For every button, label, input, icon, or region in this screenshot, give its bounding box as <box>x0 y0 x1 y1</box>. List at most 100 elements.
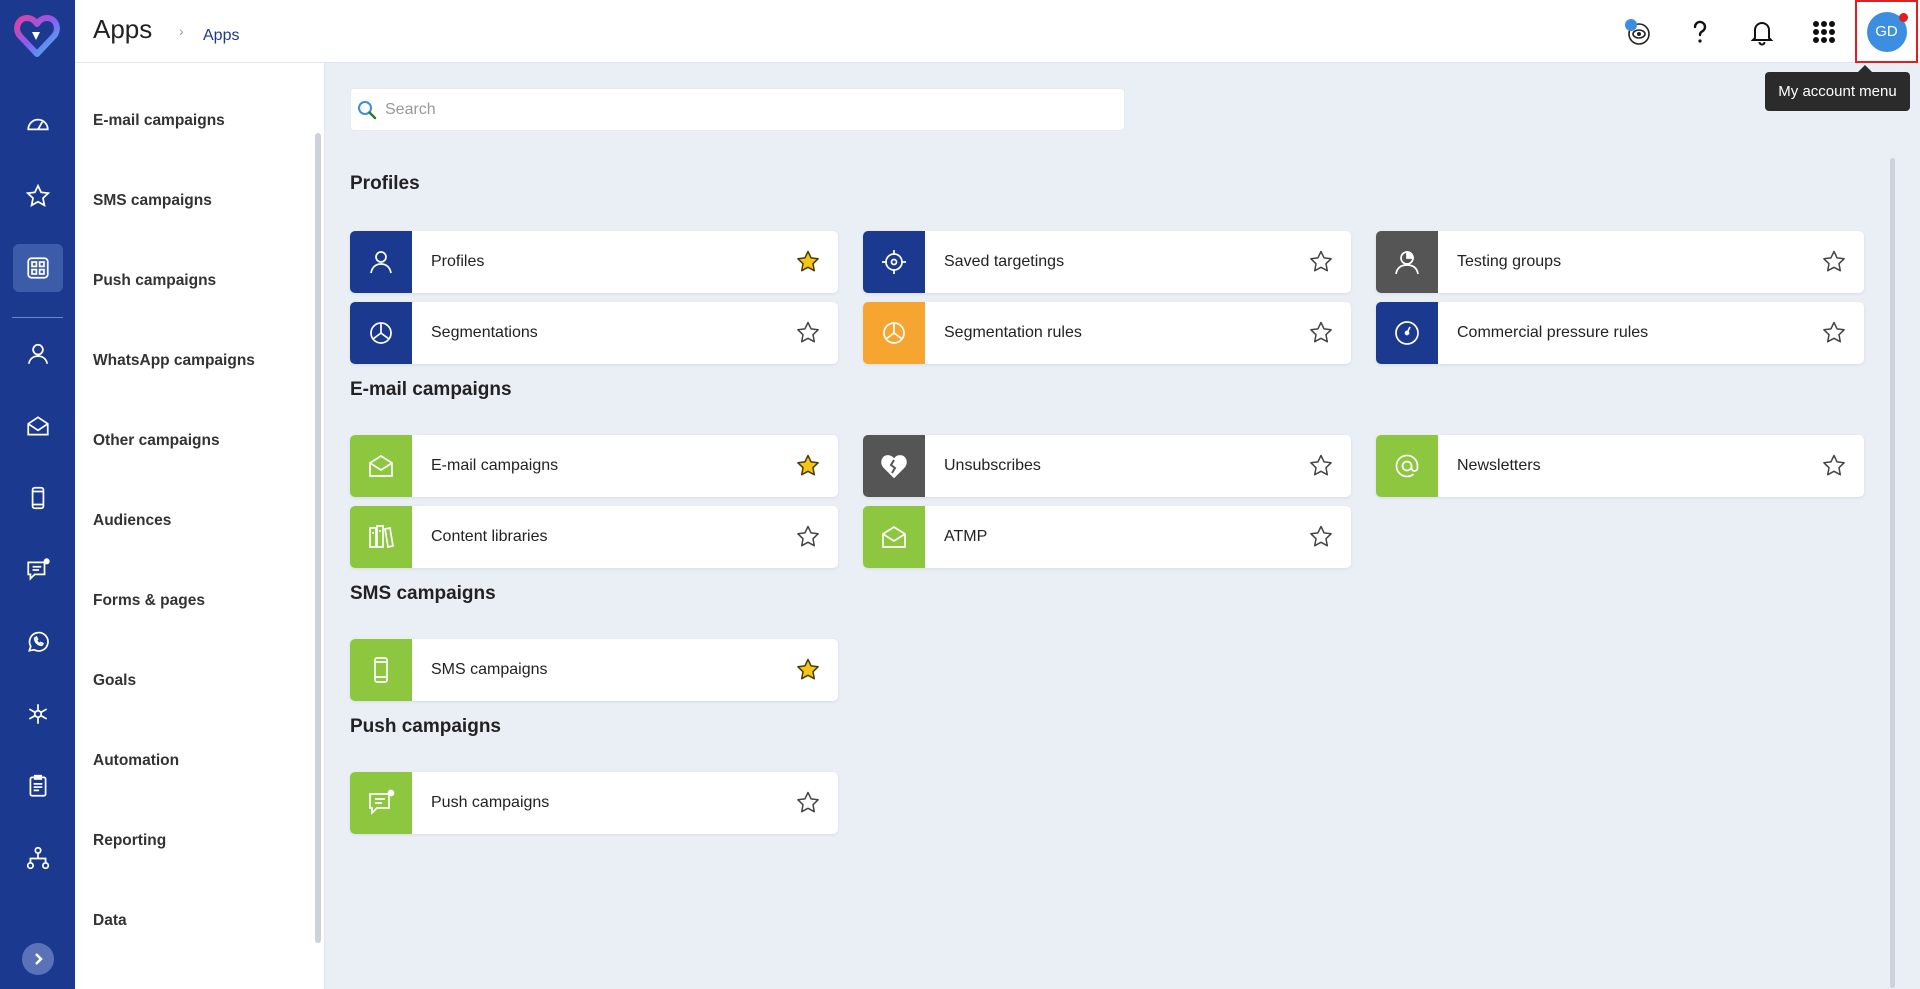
library-icon <box>350 506 412 568</box>
favorite-star-icon[interactable] <box>1307 452 1335 480</box>
gauge-icon <box>1376 302 1438 364</box>
left-rail <box>0 0 75 989</box>
sidebar-item-whatsapp-campaigns[interactable]: WhatsApp campaigns <box>93 352 255 370</box>
avatar-initials: GD <box>1875 23 1898 40</box>
sidebar-item-sms-campaigns[interactable]: SMS campaigns <box>93 192 212 210</box>
clipboard-icon[interactable] <box>0 762 75 810</box>
app-card-label: Push campaigns <box>431 794 550 811</box>
app-card-label: Testing groups <box>1457 253 1562 270</box>
app-card-content-libraries[interactable]: Content libraries <box>350 506 838 568</box>
account-menu-button[interactable]: GD <box>1855 0 1918 63</box>
favorite-star-icon[interactable] <box>794 789 822 817</box>
app-card-label: Profiles <box>431 253 485 270</box>
sidebar-item-forms-pages[interactable]: Forms & pages <box>93 592 205 610</box>
app-card-segmentations[interactable]: Segmentations <box>350 302 838 364</box>
push-icon[interactable] <box>0 546 75 594</box>
sidebar-item-other-campaigns[interactable]: Other campaigns <box>93 432 220 450</box>
envelope-icon <box>863 506 925 568</box>
sidebar-item-email-campaigns[interactable]: E-mail campaigns <box>93 112 225 130</box>
app-card-label: Commercial pressure rules <box>1457 324 1649 341</box>
favorite-star-icon[interactable] <box>1307 248 1335 276</box>
dashboard-icon[interactable] <box>0 100 75 148</box>
apps-icon[interactable] <box>0 244 75 292</box>
app-card-label: Saved targetings <box>944 253 1065 270</box>
hierarchy-icon[interactable] <box>0 834 75 882</box>
notifications-bell-icon[interactable] <box>1740 10 1784 54</box>
sidebar-item-audiences[interactable]: Audiences <box>93 512 171 530</box>
app-card-profiles[interactable]: Profiles <box>350 231 838 293</box>
page-title: Apps <box>93 14 153 44</box>
push-icon <box>350 772 412 834</box>
top-bar: Apps › Apps <box>75 0 1920 63</box>
rail-divider <box>12 317 63 318</box>
app-launcher-grid-icon[interactable] <box>1802 10 1846 54</box>
broken-heart-icon <box>863 435 925 497</box>
mobile-icon <box>350 639 412 701</box>
avatar[interactable]: GD <box>1866 11 1908 52</box>
sidebar-item-automation[interactable]: Automation <box>93 752 179 770</box>
section-title-push-campaigns: Push campaigns <box>350 716 501 737</box>
app-card-push-campaigns[interactable]: Push campaigns <box>350 772 838 834</box>
testing-group-icon <box>1376 231 1438 293</box>
search-icon <box>358 101 377 120</box>
category-sidebar: E-mail campaigns SMS campaigns Push camp… <box>75 63 325 989</box>
apps-main: Profiles Profiles Saved targetings Testing … <box>325 63 1920 989</box>
person-icon <box>350 231 412 293</box>
breadcrumb-separator-icon: › <box>179 23 184 39</box>
breadcrumb[interactable]: Apps <box>203 27 239 45</box>
app-card-label: SMS campaigns <box>431 661 548 678</box>
favorite-star-icon[interactable] <box>1307 523 1335 551</box>
section-title-sms-campaigns: SMS campaigns <box>350 583 496 604</box>
app-card-e-mail-campaigns[interactable]: E-mail campaigns <box>350 435 838 497</box>
envelope-icon <box>350 435 412 497</box>
favorite-star-icon[interactable] <box>1820 452 1848 480</box>
search-input[interactable] <box>385 97 1105 123</box>
notification-dot-icon <box>1898 12 1908 22</box>
app-card-saved-targetings[interactable]: Saved targetings <box>863 231 1351 293</box>
sidebar-item-goals[interactable]: Goals <box>93 672 136 690</box>
sidebar-scrollbar[interactable] <box>315 133 321 943</box>
favorite-star-icon[interactable] <box>1307 319 1335 347</box>
profile-icon[interactable] <box>0 330 75 378</box>
favorite-star-icon[interactable] <box>1820 319 1848 347</box>
pie-icon <box>350 302 412 364</box>
email-icon[interactable] <box>0 402 75 450</box>
star-icon[interactable] <box>0 172 75 220</box>
app-card-label: ATMP <box>944 528 988 545</box>
app-card-sms-campaigns[interactable]: SMS campaigns <box>350 639 838 701</box>
assistant-icon[interactable] <box>1615 10 1659 54</box>
search-box <box>350 88 1125 131</box>
mobile-icon[interactable] <box>0 474 75 522</box>
app-card-atmp[interactable]: ATMP <box>863 506 1351 568</box>
target-icon <box>863 231 925 293</box>
sidebar-item-data[interactable]: Data <box>93 912 127 930</box>
app-card-newsletters[interactable]: Newsletters <box>1376 435 1864 497</box>
main-scrollbar[interactable] <box>1890 158 1895 988</box>
favorite-star-icon[interactable] <box>794 523 822 551</box>
at-icon <box>1376 435 1438 497</box>
app-card-label: Content libraries <box>431 528 548 545</box>
app-card-label: Newsletters <box>1457 457 1541 474</box>
help-icon[interactable] <box>1678 10 1722 54</box>
section-title-e-mail-campaigns: E-mail campaigns <box>350 379 512 400</box>
app-card-commercial-pressure-rules[interactable]: Commercial pressure rules <box>1376 302 1864 364</box>
expand-rail-button[interactable] <box>22 943 54 975</box>
favorite-star-filled-icon[interactable] <box>794 656 822 684</box>
favorite-star-icon[interactable] <box>794 319 822 347</box>
whatsapp-icon[interactable] <box>0 618 75 666</box>
app-card-label: Segmentation rules <box>944 324 1082 341</box>
favorite-star-icon[interactable] <box>1820 248 1848 276</box>
app-card-testing-groups[interactable]: Testing groups <box>1376 231 1864 293</box>
pie-icon <box>863 302 925 364</box>
section-title-profiles: Profiles <box>350 173 420 194</box>
app-card-label: Segmentations <box>431 324 538 341</box>
favorite-star-filled-icon[interactable] <box>794 452 822 480</box>
favorite-star-filled-icon[interactable] <box>794 248 822 276</box>
app-card-label: E-mail campaigns <box>431 457 559 474</box>
sidebar-item-push-campaigns[interactable]: Push campaigns <box>93 272 216 290</box>
app-card-unsubscribes[interactable]: Unsubscribes <box>863 435 1351 497</box>
brand-logo-icon[interactable] <box>12 10 62 60</box>
sidebar-item-reporting[interactable]: Reporting <box>93 832 166 850</box>
app-card-segmentation-rules[interactable]: Segmentation rules <box>863 302 1351 364</box>
network-icon[interactable] <box>0 690 75 738</box>
